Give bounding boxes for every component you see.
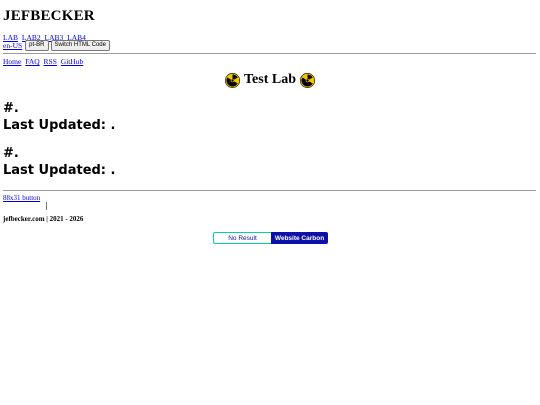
88x31-button-link[interactable]: 88x31 button [3, 194, 40, 202]
website-carbon-badge: No Result Website Carbon [213, 232, 328, 244]
lab-heading: Test Lab [0, 72, 540, 88]
lang-button-pt-br[interactable]: pt-BR [25, 40, 49, 51]
switch-html-code-button[interactable]: Switch HTML Code [50, 40, 110, 51]
radioactive-icon [224, 72, 240, 88]
entry-2-updated: Last Updated: . [3, 163, 116, 178]
nav-faq[interactable]: FAQ [25, 57, 39, 66]
nav-github[interactable]: GitHub [61, 57, 84, 66]
radioactive-icon [300, 72, 315, 88]
entry-2-hash: #. [3, 146, 19, 161]
divider-top [3, 53, 536, 54]
footer-separator [46, 202, 47, 210]
copyright: jefbecker.com | 2021 - 2026 [3, 215, 84, 223]
language-row: en-US pt-BR Switch HTML Code [3, 40, 112, 51]
site-title: JEFBECKER [3, 8, 95, 24]
carbon-result: No Result [213, 232, 271, 244]
lab-heading-text: Test Lab [243, 72, 296, 87]
nav-links: Home FAQ RSS GitHub [3, 57, 85, 66]
nav-home[interactable]: Home [3, 57, 21, 66]
entry-1-hash: #. [3, 101, 19, 116]
nav-rss[interactable]: RSS [44, 57, 57, 66]
website-carbon-link[interactable]: Website Carbon [271, 232, 328, 244]
entry-1-updated: Last Updated: . [3, 118, 116, 133]
divider-bottom [3, 190, 536, 191]
lang-link-en-us[interactable]: en-US [3, 41, 22, 50]
